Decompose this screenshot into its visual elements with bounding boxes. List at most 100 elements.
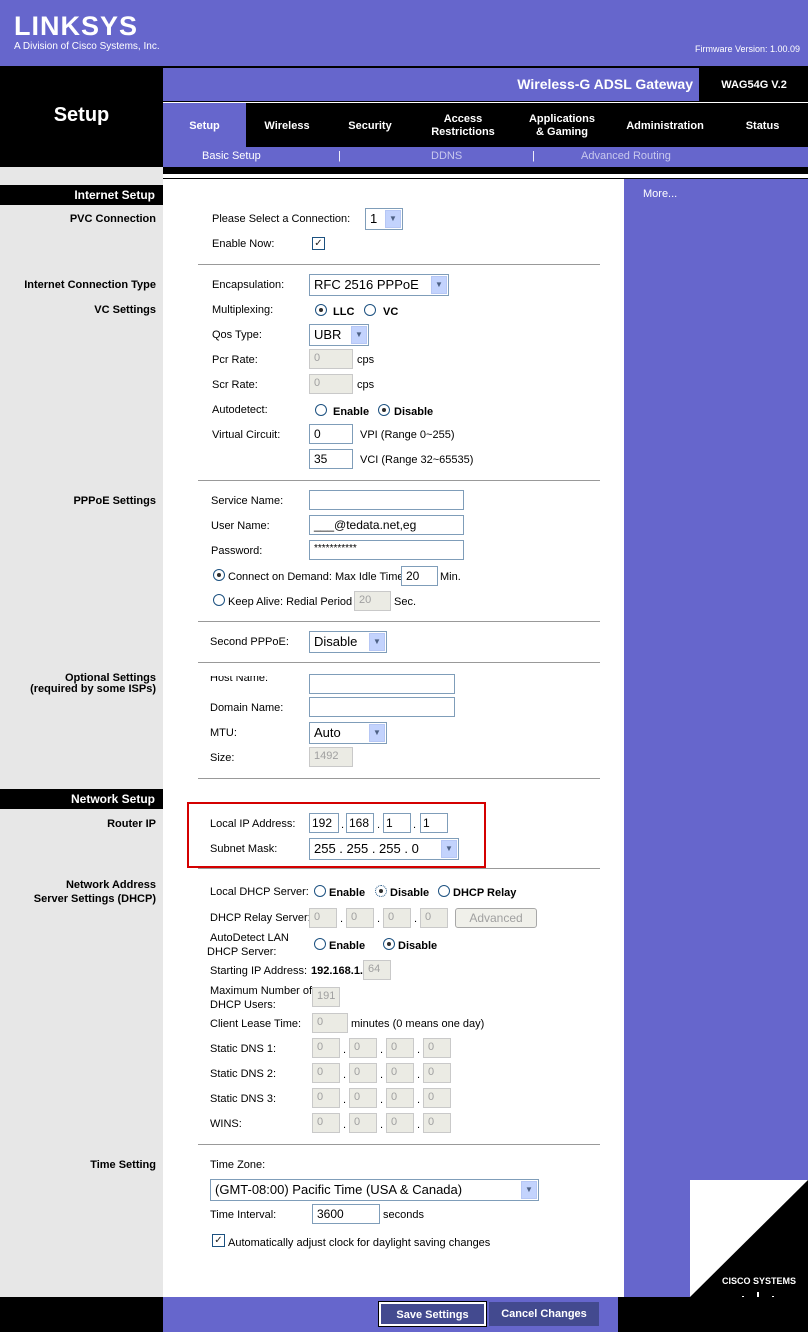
ip-dot: . <box>380 1069 384 1081</box>
relay-ip-octet-4[interactable]: 0 <box>420 908 448 928</box>
encapsulation-select[interactable]: RFC 2516 PPPoE ▼ <box>309 274 449 296</box>
static-dns-2-label: Static DNS 2: <box>210 1068 277 1080</box>
subnav-advanced-routing[interactable]: Advanced Routing <box>581 150 671 162</box>
wins-octet-4[interactable]: 0 <box>423 1113 451 1133</box>
tab-access-restrictions[interactable]: Access Restrictions <box>412 103 514 149</box>
divider <box>198 621 600 622</box>
tab-status[interactable]: Status <box>720 103 805 149</box>
wins-octet-2[interactable]: 0 <box>349 1113 377 1133</box>
starting-ip-input[interactable]: 64 <box>363 960 391 980</box>
dns3-octet-1[interactable]: 0 <box>312 1088 340 1108</box>
scr-input[interactable]: 0 <box>309 374 353 394</box>
dns3-octet-4[interactable]: 0 <box>423 1088 451 1108</box>
subnav-basic-setup[interactable]: Basic Setup <box>202 150 261 162</box>
dns2-octet-4[interactable]: 0 <box>423 1063 451 1083</box>
dns1-octet-4[interactable]: 0 <box>423 1038 451 1058</box>
client-lease-input[interactable]: 0 <box>312 1013 348 1033</box>
size-input[interactable]: 1492 <box>309 747 353 767</box>
local-ip-octet-4[interactable]: 1 <box>420 813 448 833</box>
autodetect-enable-radio[interactable] <box>315 404 327 416</box>
tab-administration[interactable]: Administration <box>610 103 720 149</box>
local-ip-octet-3[interactable]: 1 <box>383 813 411 833</box>
password-input[interactable]: *********** <box>309 540 464 560</box>
autodetect-lan-enable-radio[interactable] <box>314 938 326 950</box>
autodetect-lan-enable-label: Enable <box>329 940 366 952</box>
model-name: WAG54G V.2 <box>721 79 787 91</box>
connection-select-label: Please Select a Connection: <box>212 213 351 225</box>
autodetect-lan-disable-radio[interactable] <box>383 938 395 950</box>
ip-dot: . <box>417 1094 421 1106</box>
vc-radio[interactable] <box>364 304 376 316</box>
relay-ip-octet-3[interactable]: 0 <box>383 908 411 928</box>
ip-dot: . <box>414 913 418 925</box>
domain-name-input[interactable] <box>309 697 455 717</box>
more-link[interactable]: More... <box>643 188 677 200</box>
right-column <box>618 179 808 1297</box>
dhcp-disable-radio[interactable] <box>375 885 387 897</box>
local-ip-octet-2[interactable]: 168 <box>346 813 374 833</box>
subnet-mask-select[interactable]: 255 . 255 . 255 . 0 ▼ <box>309 838 459 860</box>
dns1-octet-2[interactable]: 0 <box>349 1038 377 1058</box>
save-settings-button[interactable]: Save Settings <box>378 1301 487 1327</box>
advanced-button[interactable]: Advanced <box>455 908 537 928</box>
llc-radio[interactable] <box>315 304 327 316</box>
tab-wireless[interactable]: Wireless <box>246 103 328 149</box>
user-name-label: User Name: <box>211 520 270 532</box>
mtu-select[interactable]: Auto ▼ <box>309 722 387 744</box>
user-name-input[interactable]: ___@tedata.net,eg <box>309 515 464 535</box>
chevron-down-icon: ▼ <box>431 276 447 294</box>
tab-security[interactable]: Security <box>328 103 412 149</box>
dns3-octet-3[interactable]: 0 <box>386 1088 414 1108</box>
autodetect-disable-radio[interactable] <box>378 404 390 416</box>
vpi-range: VPI (Range 0~255) <box>360 429 455 441</box>
enable-now-checkbox[interactable]: ✓ <box>312 237 325 250</box>
host-name-input[interactable] <box>309 674 455 694</box>
time-interval-input[interactable]: 3600 <box>312 1204 380 1224</box>
wins-octet-1[interactable]: 0 <box>312 1113 340 1133</box>
encapsulation-label: Encapsulation: <box>212 279 285 291</box>
relay-ip-octet-2[interactable]: 0 <box>346 908 374 928</box>
tab-applications-gaming[interactable]: Applications & Gaming <box>514 103 610 149</box>
autodetect-label: Autodetect: <box>212 404 268 416</box>
wins-octet-3[interactable]: 0 <box>386 1113 414 1133</box>
relay-ip-octet-1[interactable]: 0 <box>309 908 337 928</box>
time-zone-select[interactable]: (GMT-08:00) Pacific Time (USA & Canada) ▼ <box>210 1179 539 1201</box>
pcr-unit: cps <box>357 354 375 366</box>
dst-checkbox[interactable]: ✓ <box>212 1234 225 1247</box>
redial-period-input[interactable]: 20 <box>354 591 391 611</box>
chevron-down-icon: ▼ <box>369 724 385 742</box>
static-dns-1-label: Static DNS 1: <box>210 1043 277 1055</box>
qos-select[interactable]: UBR ▼ <box>309 324 369 346</box>
divider <box>198 264 600 265</box>
dns2-octet-2[interactable]: 0 <box>349 1063 377 1083</box>
dns2-octet-1[interactable]: 0 <box>312 1063 340 1083</box>
llc-label: LLC <box>333 306 355 318</box>
subnav-separator: | <box>532 150 535 162</box>
firmware-version: Firmware Version: 1.00.09 <box>694 44 800 54</box>
tab-setup[interactable]: Setup <box>163 103 246 149</box>
vpi-input[interactable]: 0 <box>309 424 353 444</box>
connection-select[interactable]: 1 ▼ <box>365 208 403 230</box>
pcr-input[interactable]: 0 <box>309 349 353 369</box>
dns1-octet-3[interactable]: 0 <box>386 1038 414 1058</box>
max-idle-input[interactable]: 20 <box>401 566 438 586</box>
vci-input[interactable]: 35 <box>309 449 353 469</box>
cancel-changes-button[interactable]: Cancel Changes <box>489 1302 599 1326</box>
max-users-input[interactable]: 191 <box>312 987 340 1007</box>
ip-dot: . <box>343 1119 347 1131</box>
dhcp-enable-label: Enable <box>329 887 366 899</box>
service-name-input[interactable] <box>309 490 464 510</box>
dhcp-enable-radio[interactable] <box>314 885 326 897</box>
dns1-octet-1[interactable]: 0 <box>312 1038 340 1058</box>
dns2-octet-3[interactable]: 0 <box>386 1063 414 1083</box>
dns3-octet-2[interactable]: 0 <box>349 1088 377 1108</box>
subnet-mask-value: 255 . 255 . 255 . 0 <box>314 841 419 856</box>
label-router-ip: Router IP <box>107 818 156 830</box>
chevron-down-icon: ▼ <box>369 633 385 651</box>
subnav-ddns[interactable]: DDNS <box>431 150 462 162</box>
local-ip-octet-1[interactable]: 192 <box>309 813 339 833</box>
keep-alive-radio[interactable] <box>213 594 225 606</box>
connect-on-demand-radio[interactable] <box>213 569 225 581</box>
second-pppoe-select[interactable]: Disable ▼ <box>309 631 387 653</box>
dhcp-relay-radio[interactable] <box>438 885 450 897</box>
